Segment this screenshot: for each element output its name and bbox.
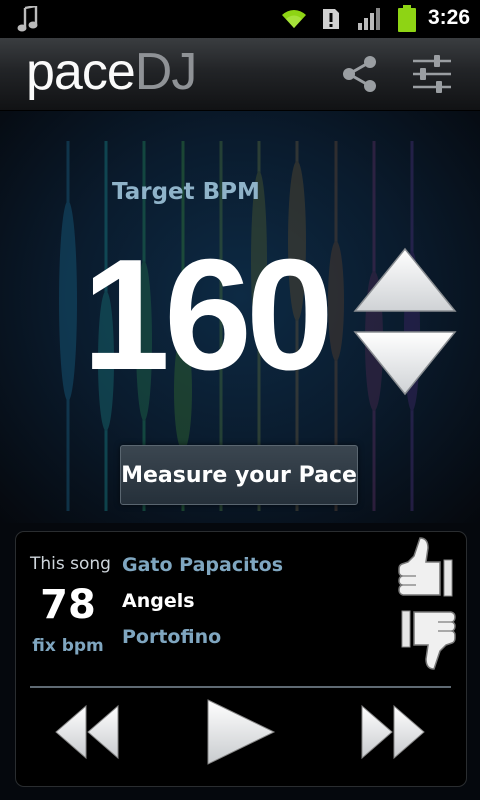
- logo-pace: pace: [26, 43, 136, 101]
- bpm-down-arrow-icon[interactable]: [353, 328, 457, 396]
- wifi-icon: [282, 10, 306, 28]
- rewind-icon[interactable]: [54, 702, 122, 762]
- alert-icon: [323, 9, 339, 29]
- song-artist: Gato Papacitos: [122, 554, 284, 576]
- share-icon[interactable]: [340, 54, 380, 94]
- status-bar: 3:26: [0, 0, 480, 38]
- bpm-up-arrow-icon[interactable]: [353, 247, 457, 315]
- this-song-label: This song: [30, 554, 111, 574]
- song-bpm-value: 78: [40, 582, 96, 628]
- app-logo: paceDJ: [26, 42, 198, 102]
- player-divider: [30, 686, 451, 688]
- thumbs-down-icon[interactable]: [398, 607, 456, 673]
- battery-icon: [398, 5, 416, 32]
- fast-forward-icon[interactable]: [358, 702, 426, 762]
- target-bpm-value: 160: [82, 227, 334, 403]
- signal-icon: [358, 8, 380, 30]
- app-bar: paceDJ: [0, 38, 480, 111]
- clock: 3:26: [427, 6, 470, 29]
- main-area: Target BPM 160 Measure your Pace: [0, 111, 480, 523]
- target-bpm-label: Target BPM: [112, 179, 260, 205]
- measure-pace-button[interactable]: Measure your Pace: [120, 445, 358, 505]
- player-panel: This song 78 fix bpm Gato Papacitos Ange…: [15, 531, 467, 787]
- fix-bpm-link[interactable]: fix bpm: [16, 636, 120, 656]
- song-title: Angels: [122, 590, 195, 612]
- settings-icon[interactable]: [411, 54, 453, 94]
- logo-dj: DJ: [134, 43, 198, 101]
- music-note-icon: [17, 6, 38, 32]
- song-album: Portofino: [122, 626, 222, 648]
- play-icon[interactable]: [204, 698, 278, 766]
- thumbs-up-icon[interactable]: [398, 534, 456, 600]
